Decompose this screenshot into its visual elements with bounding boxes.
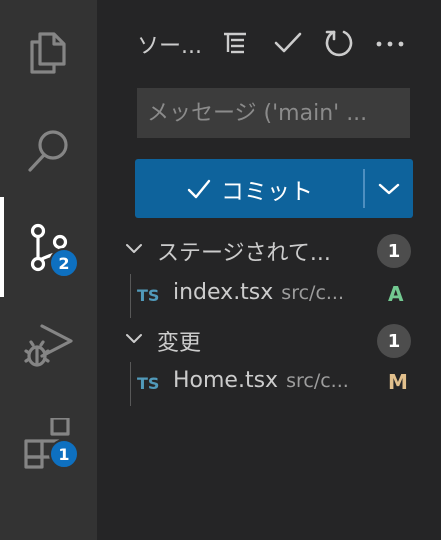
panel-title: ソー... <box>137 34 202 59</box>
file-name: Home.tsx <box>173 368 279 393</box>
check-icon <box>274 32 302 53</box>
file-row-index-tsx[interactable]: TS index.tsx src/c... A <box>97 274 441 318</box>
commit-button[interactable]: コミット <box>135 159 363 218</box>
changes-count-badge: 1 <box>377 324 411 358</box>
view-as-tree-button[interactable] <box>218 26 252 60</box>
ellipsis-icon <box>376 41 404 47</box>
file-row-home-tsx[interactable]: TS Home.tsx src/c... M <box>97 362 441 406</box>
search-icon <box>28 130 68 172</box>
more-actions-button[interactable] <box>373 26 407 60</box>
activity-bar: 2 1 <box>0 0 97 540</box>
source-control-panel: ソー... メッセージ ('main' ... コミット ステージされて... … <box>97 0 441 540</box>
extensions-button[interactable] <box>0 396 97 486</box>
commit-check-button[interactable] <box>271 26 305 60</box>
staged-changes-header[interactable]: ステージされて... 1 <box>97 228 441 272</box>
commit-dropdown-button[interactable] <box>365 159 413 218</box>
check-icon <box>187 179 211 198</box>
typescript-file-icon: TS <box>137 374 160 393</box>
file-path: src/c... <box>286 370 349 392</box>
file-path: src/c... <box>281 282 345 304</box>
panel-title-bar: ソー... <box>97 22 441 66</box>
extensions-badge: 1 <box>49 439 79 469</box>
tree-indent-guide <box>130 274 131 318</box>
staged-changes-label: ステージされて... <box>157 241 331 266</box>
explorer-button[interactable] <box>0 4 97 94</box>
list-tree-icon <box>224 32 246 54</box>
files-icon <box>30 32 66 74</box>
changes-label: 変更 <box>157 331 202 356</box>
commit-button-label: コミット <box>221 178 313 205</box>
typescript-file-icon: TS <box>137 286 160 305</box>
active-indicator <box>0 197 4 297</box>
chevron-down-icon <box>126 244 142 253</box>
run-debug-icon <box>24 324 73 367</box>
file-status-added: A <box>388 282 404 306</box>
changes-header[interactable]: 変更 1 <box>97 318 441 362</box>
search-button[interactable] <box>0 103 97 193</box>
file-status-modified: M <box>388 370 408 394</box>
staged-count-badge: 1 <box>377 234 411 268</box>
source-control-button[interactable] <box>0 199 97 289</box>
commit-message-input[interactable] <box>137 88 410 138</box>
commit-button-group: コミット <box>135 159 413 218</box>
tree-indent-guide <box>130 362 131 406</box>
refresh-button[interactable] <box>322 26 356 60</box>
file-name: index.tsx <box>173 280 274 305</box>
refresh-icon <box>325 30 353 57</box>
chevron-down-icon <box>378 183 400 195</box>
scm-badge: 2 <box>49 248 79 278</box>
run-debug-button[interactable] <box>0 298 97 388</box>
chevron-down-icon <box>126 334 142 343</box>
